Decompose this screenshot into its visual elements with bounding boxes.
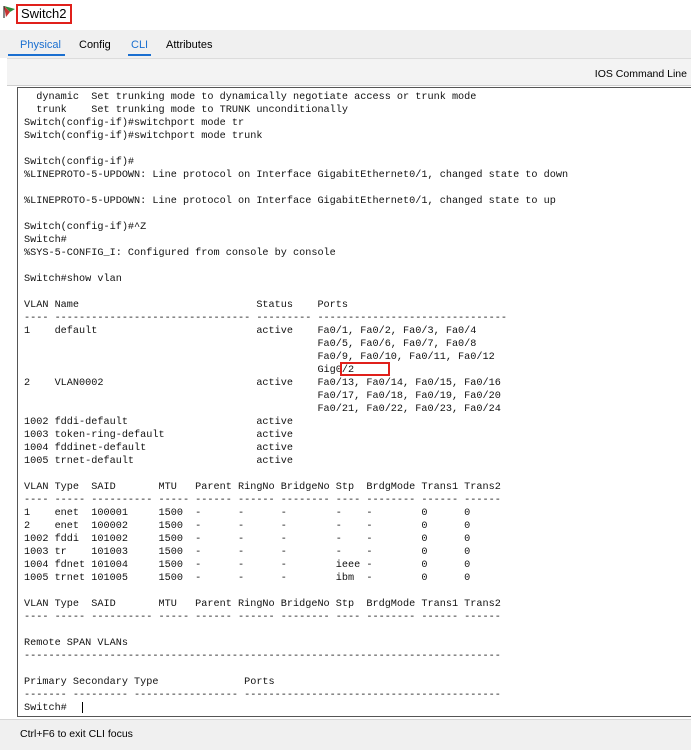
tab-attributes[interactable]: Attributes bbox=[166, 38, 212, 52]
highlight-box-gig0-2 bbox=[340, 362, 390, 376]
panel-header: IOS Command Line bbox=[7, 58, 691, 86]
status-bar: Ctrl+F6 to exit CLI focus bbox=[0, 719, 691, 750]
panel-title: IOS Command Line bbox=[594, 68, 687, 80]
tab-physical[interactable]: Physical bbox=[8, 38, 65, 56]
device-window: Switch2 Physical Config CLI Attributes I… bbox=[0, 0, 691, 750]
switch-device-icon bbox=[3, 6, 15, 18]
title-bar: Switch2 bbox=[0, 0, 691, 30]
cli-output[interactable]: dynamic Set trunking mode to dynamically… bbox=[24, 91, 568, 715]
cli-frame: dynamic Set trunking mode to dynamically… bbox=[7, 85, 691, 720]
cli-console[interactable]: dynamic Set trunking mode to dynamically… bbox=[17, 87, 691, 717]
tab-cli[interactable]: CLI bbox=[127, 38, 152, 56]
status-hint: Ctrl+F6 to exit CLI focus bbox=[20, 728, 133, 740]
tab-bar: Physical Config CLI Attributes bbox=[0, 30, 691, 58]
window-title: Switch2 bbox=[16, 4, 72, 24]
tab-config[interactable]: Config bbox=[79, 38, 111, 52]
text-cursor bbox=[82, 702, 83, 713]
